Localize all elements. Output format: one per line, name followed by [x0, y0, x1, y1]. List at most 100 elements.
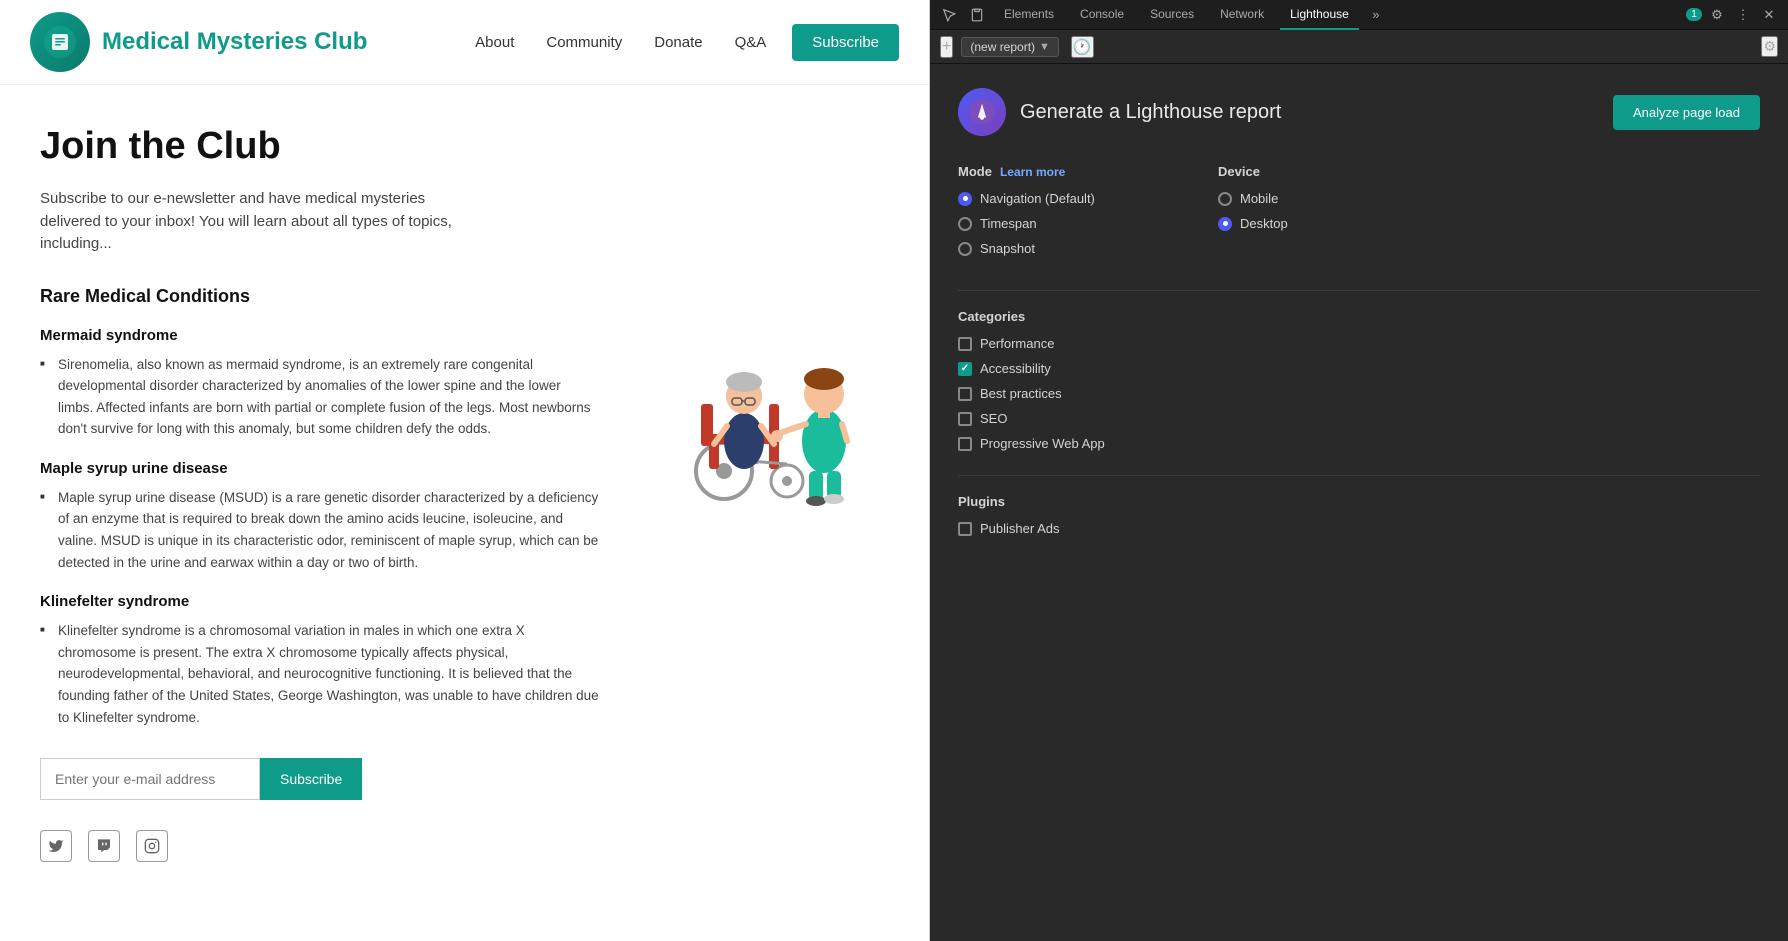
lh-device-label: Device	[1218, 164, 1418, 179]
lh-cb-best-practices[interactable]: Best practices	[958, 386, 1760, 401]
content-row: Rare Medical Conditions Mermaid syndrome…	[40, 286, 889, 863]
lh-radio-desktop-indicator	[1218, 217, 1232, 231]
content-text: Rare Medical Conditions Mermaid syndrome…	[40, 286, 599, 863]
lh-radio-snapshot-indicator	[958, 242, 972, 256]
dt-tab-console[interactable]: Console	[1070, 0, 1134, 30]
twitter-icon[interactable]	[40, 830, 72, 862]
lh-cb-performance[interactable]: Performance	[958, 336, 1760, 351]
lh-device-col: Device Mobile Desktop	[1218, 164, 1418, 266]
divider-1	[958, 290, 1760, 291]
lh-radio-mobile-indicator	[1218, 192, 1232, 206]
lh-mode-col: Mode Learn more Navigation (Default) Tim…	[958, 164, 1158, 266]
dt-history-btn[interactable]: 🕐	[1071, 36, 1094, 58]
lh-header: Generate a Lighthouse report Analyze pag…	[958, 88, 1760, 136]
lh-cb-accessibility-label: Accessibility	[980, 361, 1051, 376]
devtools-panel: Elements Console Sources Network Lightho…	[930, 0, 1788, 941]
devtools-secondbar: + (new report) ▼ 🕐 ⚙	[930, 30, 1788, 64]
lh-cb-seo-label: SEO	[980, 411, 1007, 426]
lh-radio-snapshot[interactable]: Snapshot	[958, 241, 1158, 256]
email-submit-button[interactable]: Subscribe	[260, 758, 362, 800]
lh-cb-pwa-indicator	[958, 437, 972, 451]
nav-about[interactable]: About	[469, 34, 520, 51]
dt-tab-lighthouse[interactable]: Lighthouse	[1280, 0, 1359, 30]
twitch-icon[interactable]	[88, 830, 120, 862]
lh-plugins-section: Plugins Publisher Ads	[958, 494, 1760, 536]
dt-settings-btn[interactable]: ⚙	[1706, 4, 1728, 26]
illustration	[629, 286, 889, 506]
lh-title: Generate a Lighthouse report	[1020, 101, 1281, 124]
lh-cb-performance-label: Performance	[980, 336, 1054, 351]
lh-cb-publisher-ads-label: Publisher Ads	[980, 521, 1060, 536]
lh-radio-navigation-label: Navigation (Default)	[980, 191, 1095, 206]
condition-3-body: Klinefelter syndrome is a chromosomal va…	[40, 620, 599, 728]
lighthouse-panel: Generate a Lighthouse report Analyze pag…	[930, 64, 1788, 941]
email-input[interactable]	[40, 758, 260, 800]
email-form: Subscribe	[40, 758, 599, 800]
lh-cb-seo[interactable]: SEO	[958, 411, 1760, 426]
lh-radio-desktop[interactable]: Desktop	[1218, 216, 1418, 231]
condition-3-title: Klinefelter syndrome	[40, 593, 599, 610]
site-logo-wrap: Medical Mysteries Club	[30, 12, 367, 72]
condition-2: Maple syrup urine disease Maple syrup ur…	[40, 460, 599, 573]
condition-1-body: Sirenomelia, also known as mermaid syndr…	[40, 354, 599, 440]
lh-cb-seo-indicator	[958, 412, 972, 426]
dt-right-icons: 1 ⚙ ⋮ ✕	[1686, 4, 1780, 26]
lh-cb-pwa[interactable]: Progressive Web App	[958, 436, 1760, 451]
dt-close-btn[interactable]: ✕	[1758, 4, 1780, 26]
condition-3: Klinefelter syndrome Klinefelter syndrom…	[40, 593, 599, 728]
condition-1: Mermaid syndrome Sirenomelia, also known…	[40, 327, 599, 440]
condition-2-body: Maple syrup urine disease (MSUD) is a ra…	[40, 487, 599, 573]
nav-community[interactable]: Community	[540, 34, 628, 51]
lh-logo	[958, 88, 1006, 136]
lh-radio-timespan[interactable]: Timespan	[958, 216, 1158, 231]
lh-radio-mobile[interactable]: Mobile	[1218, 191, 1418, 206]
lh-cb-accessibility[interactable]: Accessibility	[958, 361, 1760, 376]
dt-badge: 1	[1686, 8, 1702, 21]
join-subtitle: Subscribe to our e-newsletter and have m…	[40, 188, 480, 256]
condition-1-title: Mermaid syndrome	[40, 327, 599, 344]
lh-cb-best-practices-label: Best practices	[980, 386, 1062, 401]
lh-radio-timespan-label: Timespan	[980, 216, 1037, 231]
lh-mode-device-section: Mode Learn more Navigation (Default) Tim…	[958, 164, 1760, 266]
lh-analyze-button[interactable]: Analyze page load	[1613, 95, 1760, 130]
lh-radio-snapshot-label: Snapshot	[980, 241, 1035, 256]
site-nav: Medical Mysteries Club About Community D…	[0, 0, 929, 85]
dt-tab-network[interactable]: Network	[1210, 0, 1274, 30]
devtools-topbar: Elements Console Sources Network Lightho…	[930, 0, 1788, 30]
dt-tab-elements[interactable]: Elements	[994, 0, 1064, 30]
dt-kebab-btn[interactable]: ⋮	[1732, 4, 1754, 26]
condition-2-title: Maple syrup urine disease	[40, 460, 599, 477]
nav-donate[interactable]: Donate	[648, 34, 708, 51]
lh-section-row: Mode Learn more Navigation (Default) Tim…	[958, 164, 1760, 266]
lh-radio-navigation[interactable]: Navigation (Default)	[958, 191, 1158, 206]
nav-qa[interactable]: Q&A	[729, 34, 773, 51]
lh-categories-section: Categories Performance Accessibility Bes…	[958, 309, 1760, 451]
dt-new-tab-icon[interactable]: +	[940, 36, 953, 58]
lh-mode-label: Mode Learn more	[958, 164, 1158, 179]
lh-cb-publisher-ads-indicator	[958, 522, 972, 536]
lh-cb-publisher-ads[interactable]: Publisher Ads	[958, 521, 1760, 536]
lh-radio-desktop-label: Desktop	[1240, 216, 1288, 231]
devtools-inspect-icon[interactable]	[938, 4, 960, 26]
site-title: Medical Mysteries Club	[102, 28, 367, 56]
instagram-icon[interactable]	[136, 830, 168, 862]
dt-more-tabs-icon[interactable]: »	[1365, 4, 1387, 26]
lh-cb-best-practices-indicator	[958, 387, 972, 401]
lh-radio-navigation-indicator	[958, 192, 972, 206]
join-title: Join the Club	[40, 125, 889, 168]
lh-cb-performance-indicator	[958, 337, 972, 351]
dt-report-select[interactable]: (new report) ▼	[961, 37, 1059, 57]
dt-tab-sources[interactable]: Sources	[1140, 0, 1204, 30]
lh-radio-timespan-indicator	[958, 217, 972, 231]
lh-header-left: Generate a Lighthouse report	[958, 88, 1281, 136]
site-logo	[30, 12, 90, 72]
lh-learn-more-link[interactable]: Learn more	[1000, 165, 1065, 179]
lh-radio-mobile-label: Mobile	[1240, 191, 1278, 206]
nav-subscribe-button[interactable]: Subscribe	[792, 24, 899, 61]
lh-cb-pwa-label: Progressive Web App	[980, 436, 1105, 451]
lh-categories-label: Categories	[958, 309, 1760, 324]
site-main: Join the Club Subscribe to our e-newslet…	[0, 85, 929, 902]
devtools-device-icon[interactable]	[966, 4, 988, 26]
dt-panel-settings-btn[interactable]: ⚙	[1761, 36, 1778, 57]
rare-section-title: Rare Medical Conditions	[40, 286, 599, 307]
